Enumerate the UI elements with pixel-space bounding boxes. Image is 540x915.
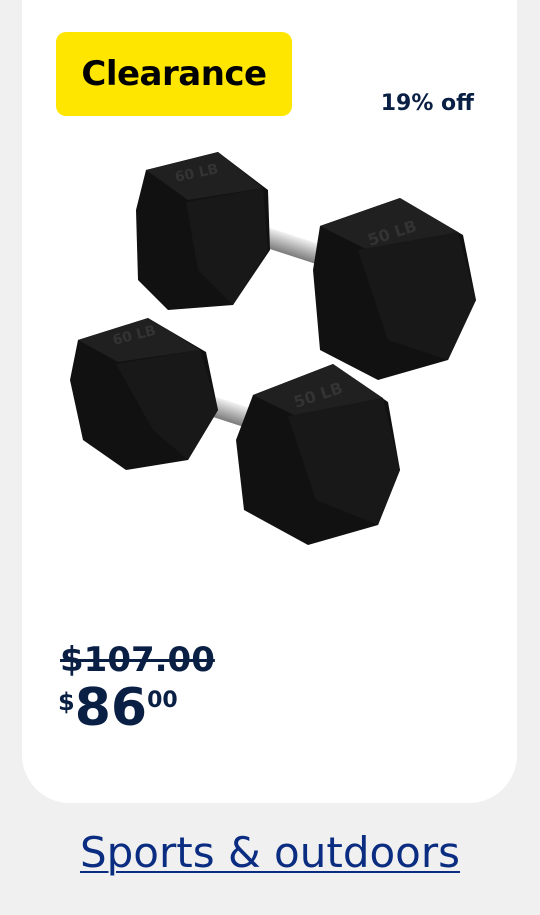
current-price: $ 86 00 (58, 682, 178, 734)
price-currency: $ (58, 688, 75, 716)
was-price: $107.00 (60, 640, 215, 680)
category-link[interactable]: Sports & outdoors (0, 828, 540, 877)
clearance-badge: Clearance (56, 32, 292, 116)
discount-label: 19% off (380, 91, 474, 116)
price-dollars: 86 (74, 678, 148, 738)
price-cents: 00 (147, 688, 178, 713)
dumbbells-image[interactable]: 60 LB 50 LB 60 LB 50 LB (58, 140, 488, 560)
